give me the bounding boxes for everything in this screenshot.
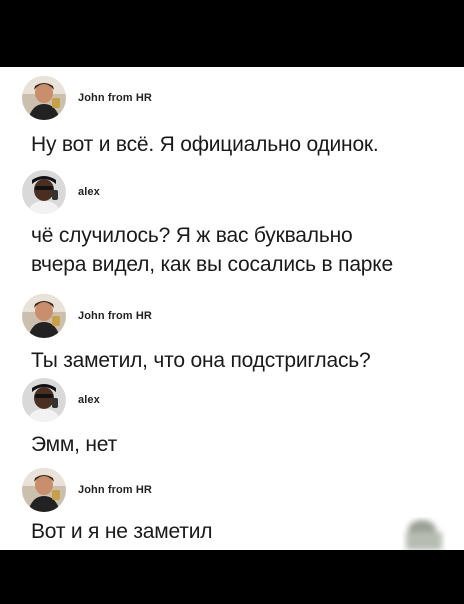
john-avatar-icon[interactable] <box>22 294 66 338</box>
message-line: Ты заметил, что она подстриглась? <box>31 349 371 372</box>
post-header: John from HR <box>22 467 152 513</box>
john-avatar-icon[interactable] <box>22 76 66 120</box>
message-line: вчера видел, как вы сосались в парке <box>31 253 393 276</box>
username[interactable]: alex <box>78 186 100 198</box>
alex-avatar-icon[interactable] <box>22 378 66 422</box>
message-line: Эмм, нет <box>31 433 117 456</box>
username[interactable]: alex <box>78 394 100 406</box>
post-header: John from HR <box>22 293 152 339</box>
username[interactable]: John from HR <box>78 92 152 104</box>
alex-avatar-icon[interactable] <box>22 170 66 214</box>
message-line: чё случилось? Я ж вас буквально <box>31 224 353 247</box>
post-header: John from HR <box>22 75 152 121</box>
blurred-image-icon <box>392 510 450 550</box>
message-line: Ну вот и всё. Я официально одинок. <box>31 133 379 156</box>
john-avatar-icon[interactable] <box>22 468 66 512</box>
chat-panel: John from HR Ну вот и всё. Я официально … <box>0 67 464 550</box>
post-header: alex <box>22 169 100 215</box>
message-line: Вот и я не заметил <box>31 520 213 543</box>
post-header: alex <box>22 377 100 423</box>
username[interactable]: John from HR <box>78 484 152 496</box>
username[interactable]: John from HR <box>78 310 152 322</box>
